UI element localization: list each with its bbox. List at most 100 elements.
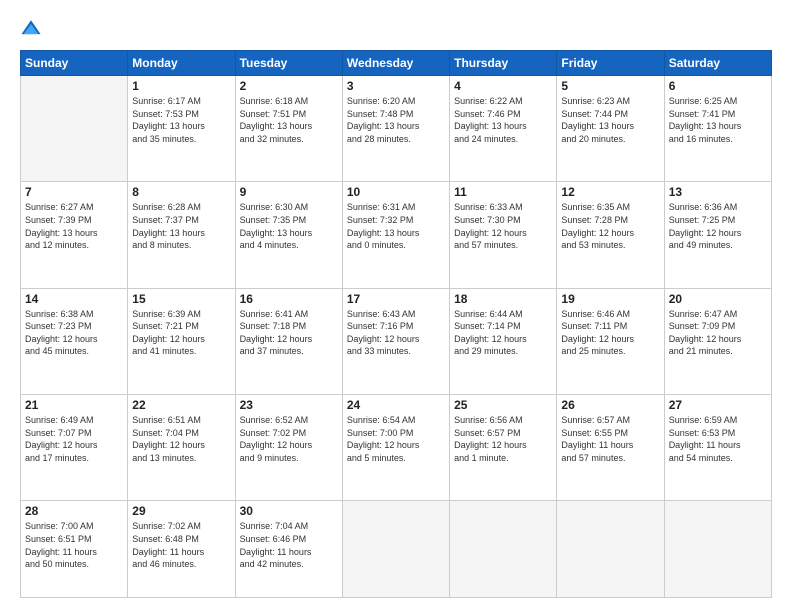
page: SundayMondayTuesdayWednesdayThursdayFrid… xyxy=(0,0,792,612)
day-info: Sunrise: 6:31 AM Sunset: 7:32 PM Dayligh… xyxy=(347,201,445,251)
week-row-1: 1 Sunrise: 6:17 AM Sunset: 7:53 PM Daylig… xyxy=(21,76,772,182)
calendar-cell: 7Sunrise: 6:27 AM Sunset: 7:39 PM Daylig… xyxy=(21,182,128,288)
day-header-friday: Friday xyxy=(557,51,664,76)
calendar-cell: 8 Sunrise: 6:28 AM Sunset: 7:37 PM Daylig… xyxy=(128,182,235,288)
calendar-cell: 14Sunrise: 6:38 AM Sunset: 7:23 PM Dayli… xyxy=(21,288,128,394)
day-number: 22 xyxy=(132,398,230,412)
day-number: 5 xyxy=(561,79,659,93)
day-info: Sunrise: 6:52 AM Sunset: 7:02 PM Dayligh… xyxy=(240,414,338,464)
day-info: Sunrise: 7:04 AM Sunset: 6:46 PM Dayligh… xyxy=(240,520,338,570)
day-info: Sunrise: 6:23 AM Sunset: 7:44 PM Dayligh… xyxy=(561,95,659,145)
day-number: 29 xyxy=(132,504,230,518)
calendar-cell: 21 Sunrise: 6:49 AM Sunset: 7:07 PM Dayli… xyxy=(21,394,128,500)
day-info: Sunrise: 6:46 AM Sunset: 7:11 PM Dayligh… xyxy=(561,308,659,358)
day-info: Sunrise: 6:57 AM Sunset: 6:55 PM Dayligh… xyxy=(561,414,659,464)
day-number: 8 xyxy=(132,185,230,199)
calendar-cell xyxy=(557,501,664,598)
calendar-cell: 19 Sunrise: 6:46 AM Sunset: 7:11 PM Dayli… xyxy=(557,288,664,394)
calendar-cell: 27 Sunrise: 6:59 AM Sunset: 6:53 PM Dayli… xyxy=(664,394,771,500)
day-header-thursday: Thursday xyxy=(450,51,557,76)
day-number: 30 xyxy=(240,504,338,518)
day-number: 1 xyxy=(132,79,230,93)
day-number: 9 xyxy=(240,185,338,199)
day-number: 11 xyxy=(454,185,552,199)
day-info: Sunrise: 6:39 AM Sunset: 7:21 PM Dayligh… xyxy=(132,308,230,358)
day-number: 24 xyxy=(347,398,445,412)
day-info: Sunrise: 6:51 AM Sunset: 7:04 PM Dayligh… xyxy=(132,414,230,464)
calendar-cell: 28 Sunrise: 7:00 AM Sunset: 6:51 PM Dayli… xyxy=(21,501,128,598)
day-info: Sunrise: 6:30 AM Sunset: 7:35 PM Dayligh… xyxy=(240,201,338,251)
day-number: 13 xyxy=(669,185,767,199)
calendar-cell: 2Sunrise: 6:18 AM Sunset: 7:51 PM Daylig… xyxy=(235,76,342,182)
day-info: Sunrise: 6:22 AM Sunset: 7:46 PM Dayligh… xyxy=(454,95,552,145)
day-info: Sunrise: 7:00 AM Sunset: 6:51 PM Dayligh… xyxy=(25,520,123,570)
header xyxy=(20,18,772,40)
calendar-cell: 20 Sunrise: 6:47 AM Sunset: 7:09 PM Dayli… xyxy=(664,288,771,394)
logo-icon xyxy=(20,18,42,40)
day-number: 18 xyxy=(454,292,552,306)
calendar-header-row: SundayMondayTuesdayWednesdayThursdayFrid… xyxy=(21,51,772,76)
calendar-cell: 24 Sunrise: 6:54 AM Sunset: 7:00 PM Dayli… xyxy=(342,394,449,500)
day-number: 7 xyxy=(25,185,123,199)
day-info: Sunrise: 6:28 AM Sunset: 7:37 PM Dayligh… xyxy=(132,201,230,251)
calendar-cell: 15 Sunrise: 6:39 AM Sunset: 7:21 PM Dayli… xyxy=(128,288,235,394)
day-info: Sunrise: 6:25 AM Sunset: 7:41 PM Dayligh… xyxy=(669,95,767,145)
day-number: 28 xyxy=(25,504,123,518)
calendar-cell xyxy=(450,501,557,598)
day-number: 27 xyxy=(669,398,767,412)
day-info: Sunrise: 6:38 AM Sunset: 7:23 PM Dayligh… xyxy=(25,308,123,358)
calendar-cell: 26Sunrise: 6:57 AM Sunset: 6:55 PM Dayli… xyxy=(557,394,664,500)
day-number: 3 xyxy=(347,79,445,93)
day-number: 19 xyxy=(561,292,659,306)
calendar-cell xyxy=(342,501,449,598)
day-number: 15 xyxy=(132,292,230,306)
day-header-saturday: Saturday xyxy=(664,51,771,76)
day-info: Sunrise: 6:20 AM Sunset: 7:48 PM Dayligh… xyxy=(347,95,445,145)
calendar-cell: 11 Sunrise: 6:33 AM Sunset: 7:30 PM Dayli… xyxy=(450,182,557,288)
calendar-cell xyxy=(664,501,771,598)
day-info: Sunrise: 6:54 AM Sunset: 7:00 PM Dayligh… xyxy=(347,414,445,464)
logo xyxy=(20,18,46,40)
calendar-cell: 10 Sunrise: 6:31 AM Sunset: 7:32 PM Dayli… xyxy=(342,182,449,288)
calendar-cell: 5 Sunrise: 6:23 AM Sunset: 7:44 PM Daylig… xyxy=(557,76,664,182)
day-info: Sunrise: 6:36 AM Sunset: 7:25 PM Dayligh… xyxy=(669,201,767,251)
day-number: 16 xyxy=(240,292,338,306)
day-number: 6 xyxy=(669,79,767,93)
calendar-cell: 4 Sunrise: 6:22 AM Sunset: 7:46 PM Daylig… xyxy=(450,76,557,182)
calendar-cell: 29Sunrise: 7:02 AM Sunset: 6:48 PM Dayli… xyxy=(128,501,235,598)
calendar-cell: 22 Sunrise: 6:51 AM Sunset: 7:04 PM Dayli… xyxy=(128,394,235,500)
week-row-3: 14Sunrise: 6:38 AM Sunset: 7:23 PM Dayli… xyxy=(21,288,772,394)
calendar-cell: 12 Sunrise: 6:35 AM Sunset: 7:28 PM Dayli… xyxy=(557,182,664,288)
calendar-cell: 6 Sunrise: 6:25 AM Sunset: 7:41 PM Daylig… xyxy=(664,76,771,182)
day-number: 12 xyxy=(561,185,659,199)
calendar-cell: 23 Sunrise: 6:52 AM Sunset: 7:02 PM Dayli… xyxy=(235,394,342,500)
day-info: Sunrise: 6:35 AM Sunset: 7:28 PM Dayligh… xyxy=(561,201,659,251)
day-info: Sunrise: 6:56 AM Sunset: 6:57 PM Dayligh… xyxy=(454,414,552,464)
week-row-4: 21 Sunrise: 6:49 AM Sunset: 7:07 PM Dayli… xyxy=(21,394,772,500)
calendar-cell: 17Sunrise: 6:43 AM Sunset: 7:16 PM Dayli… xyxy=(342,288,449,394)
calendar-cell: 25Sunrise: 6:56 AM Sunset: 6:57 PM Dayli… xyxy=(450,394,557,500)
day-info: Sunrise: 6:17 AM Sunset: 7:53 PM Dayligh… xyxy=(132,95,230,145)
calendar-cell: 18 Sunrise: 6:44 AM Sunset: 7:14 PM Dayli… xyxy=(450,288,557,394)
day-info: Sunrise: 6:33 AM Sunset: 7:30 PM Dayligh… xyxy=(454,201,552,251)
day-number: 4 xyxy=(454,79,552,93)
calendar-cell: 3 Sunrise: 6:20 AM Sunset: 7:48 PM Daylig… xyxy=(342,76,449,182)
calendar: SundayMondayTuesdayWednesdayThursdayFrid… xyxy=(20,50,772,598)
day-header-tuesday: Tuesday xyxy=(235,51,342,76)
calendar-cell xyxy=(21,76,128,182)
day-info: Sunrise: 6:47 AM Sunset: 7:09 PM Dayligh… xyxy=(669,308,767,358)
day-header-wednesday: Wednesday xyxy=(342,51,449,76)
day-number: 23 xyxy=(240,398,338,412)
day-number: 20 xyxy=(669,292,767,306)
day-number: 21 xyxy=(25,398,123,412)
day-info: Sunrise: 6:49 AM Sunset: 7:07 PM Dayligh… xyxy=(25,414,123,464)
day-info: Sunrise: 6:59 AM Sunset: 6:53 PM Dayligh… xyxy=(669,414,767,464)
week-row-5: 28 Sunrise: 7:00 AM Sunset: 6:51 PM Dayli… xyxy=(21,501,772,598)
day-header-monday: Monday xyxy=(128,51,235,76)
day-number: 2 xyxy=(240,79,338,93)
day-number: 10 xyxy=(347,185,445,199)
day-info: Sunrise: 6:41 AM Sunset: 7:18 PM Dayligh… xyxy=(240,308,338,358)
calendar-cell: 13 Sunrise: 6:36 AM Sunset: 7:25 PM Dayli… xyxy=(664,182,771,288)
day-info: Sunrise: 6:44 AM Sunset: 7:14 PM Dayligh… xyxy=(454,308,552,358)
calendar-cell: 1 Sunrise: 6:17 AM Sunset: 7:53 PM Daylig… xyxy=(128,76,235,182)
